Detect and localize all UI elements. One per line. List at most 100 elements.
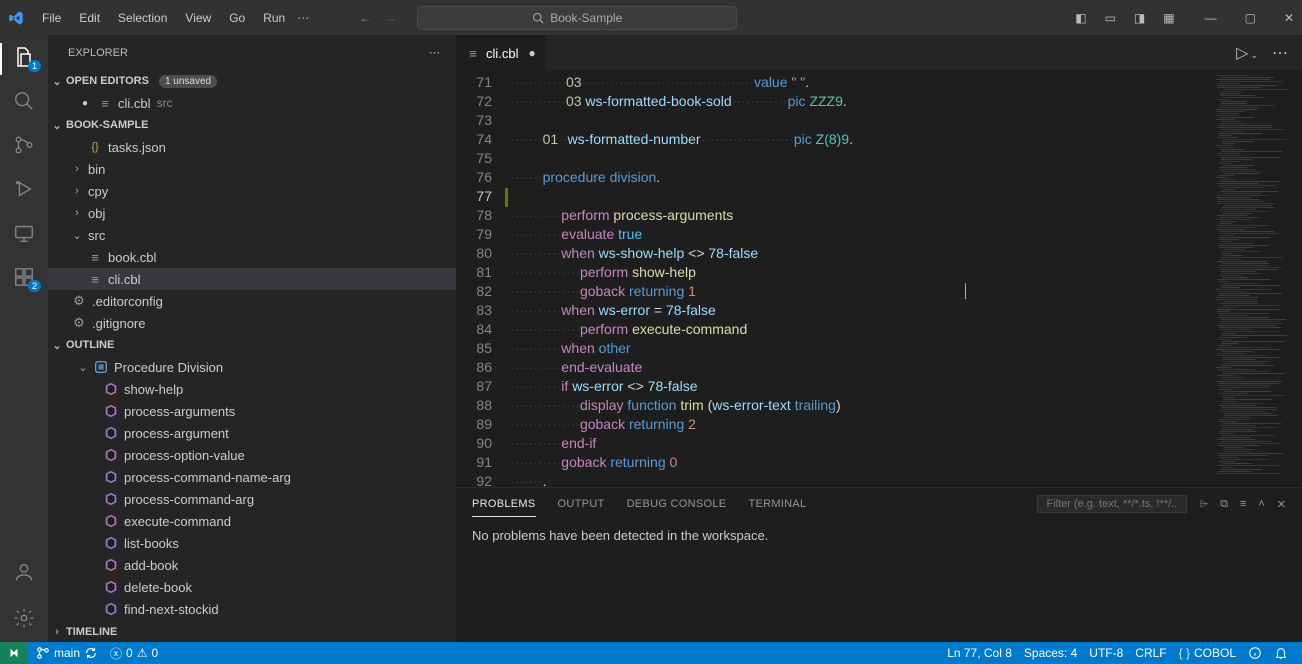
method-icon bbox=[104, 382, 118, 396]
accounts-icon[interactable] bbox=[12, 560, 36, 584]
eol[interactable]: CRLF bbox=[1129, 646, 1172, 660]
bottom-panel: PROBLEMSOUTPUTDEBUG CONSOLETERMINAL ⌲ ⧉ … bbox=[456, 487, 1302, 642]
command-center[interactable]: Book-Sample bbox=[417, 6, 737, 30]
outline-item[interactable]: delete-book bbox=[48, 576, 456, 598]
nav-back-icon[interactable]: ← bbox=[359, 11, 371, 25]
outline-item[interactable]: process-arguments bbox=[48, 400, 456, 422]
window-minimize-icon[interactable]: — bbox=[1205, 11, 1217, 25]
vscode-logo bbox=[8, 10, 24, 26]
chevron-icon: › bbox=[72, 185, 82, 197]
open-editor-item[interactable]: ≡ cli.cbl src bbox=[48, 92, 456, 114]
file-.editorconfig[interactable]: ⚙.editorconfig bbox=[48, 290, 456, 312]
feedback-icon[interactable] bbox=[1242, 646, 1268, 660]
file-book.cbl[interactable]: ≡book.cbl bbox=[48, 246, 456, 268]
file-tasks.json[interactable]: {}tasks.json bbox=[48, 136, 456, 158]
outline-item[interactable]: process-command-arg bbox=[48, 488, 456, 510]
remote-indicator[interactable] bbox=[0, 642, 28, 664]
layout-sidebar-left-icon[interactable]: ◧ bbox=[1075, 11, 1086, 25]
method-icon bbox=[104, 470, 118, 484]
folder-cpy[interactable]: › cpy bbox=[48, 180, 456, 202]
debug-icon[interactable] bbox=[12, 177, 36, 201]
tree-item-label: cpy bbox=[88, 184, 108, 199]
file-.gitignore[interactable]: ⚙.gitignore bbox=[48, 312, 456, 334]
layout-panel-icon[interactable]: ▭ bbox=[1105, 11, 1116, 25]
tree-item-label: src bbox=[88, 228, 105, 243]
layout-customize-icon[interactable]: ▦ bbox=[1163, 11, 1174, 25]
outline-item[interactable]: add-book bbox=[48, 554, 456, 576]
branch-indicator[interactable]: main bbox=[30, 646, 104, 660]
panel-tab-output[interactable]: OUTPUT bbox=[558, 492, 605, 516]
sidebar: EXPLORER ⋯ ⌄ OPEN EDITORS 1 unsaved ≡ cl… bbox=[48, 35, 456, 642]
file-icon: ≡ bbox=[88, 272, 102, 286]
search-activity-icon[interactable] bbox=[12, 89, 36, 113]
tree-item-label: bin bbox=[88, 162, 105, 177]
panel-tab-debug-console[interactable]: DEBUG CONSOLE bbox=[627, 492, 727, 516]
outline-item[interactable]: process-command-name-arg bbox=[48, 466, 456, 488]
outline-root[interactable]: ⌄ Procedure Division bbox=[48, 356, 456, 378]
problems-filter-input[interactable] bbox=[1037, 495, 1187, 513]
maximize-panel-icon[interactable]: ˄ bbox=[1258, 498, 1264, 510]
problems-indicator[interactable]: ⓧ0 ⚠0 bbox=[104, 645, 164, 662]
unsaved-badge: 1 unsaved bbox=[159, 75, 217, 88]
chevron-right-icon: › bbox=[52, 626, 62, 638]
outline-item[interactable]: process-argument bbox=[48, 422, 456, 444]
outline-item[interactable]: execute-command bbox=[48, 510, 456, 532]
scm-icon[interactable] bbox=[12, 133, 36, 157]
menu-bar: FileEditSelectionViewGoRun bbox=[34, 7, 293, 29]
panel-tab-problems[interactable]: PROBLEMS bbox=[472, 492, 536, 517]
file-cli.cbl[interactable]: ≡cli.cbl bbox=[48, 268, 456, 290]
menu-go[interactable]: Go bbox=[221, 7, 253, 29]
encoding[interactable]: UTF-8 bbox=[1083, 646, 1129, 660]
menu-view[interactable]: View bbox=[177, 7, 219, 29]
panel-tab-terminal[interactable]: TERMINAL bbox=[748, 492, 806, 516]
cursor-position[interactable]: Ln 77, Col 8 bbox=[941, 646, 1018, 660]
tree-item-label: obj bbox=[88, 206, 105, 221]
editor-tab[interactable]: ≡ cli.cbl ● bbox=[456, 35, 547, 71]
outline-header[interactable]: ⌄ OUTLINE bbox=[48, 334, 456, 356]
run-dropdown-icon[interactable]: ▷⌄ bbox=[1236, 43, 1258, 63]
timeline-label: TIMELINE bbox=[66, 626, 117, 638]
outline-item[interactable]: show-help bbox=[48, 378, 456, 400]
text-cursor bbox=[965, 283, 966, 299]
open-editors-label: OPEN EDITORS bbox=[66, 75, 149, 87]
folder-header[interactable]: ⌄ BOOK-SAMPLE bbox=[48, 114, 456, 136]
window-close-icon[interactable]: ✕ bbox=[1284, 11, 1294, 25]
menu-run[interactable]: Run bbox=[255, 7, 293, 29]
remote-explorer-icon[interactable] bbox=[12, 221, 36, 245]
folder-obj[interactable]: ›obj bbox=[48, 202, 456, 224]
folder-bin[interactable]: ›bin bbox=[48, 158, 456, 180]
extensions-icon[interactable]: 2 bbox=[12, 265, 36, 289]
nav-forward-icon[interactable]: → bbox=[385, 11, 397, 25]
menu-overflow[interactable]: ⋯ bbox=[297, 11, 309, 25]
menu-file[interactable]: File bbox=[34, 7, 69, 29]
menu-edit[interactable]: Edit bbox=[71, 7, 108, 29]
outline-item[interactable]: process-option-value bbox=[48, 444, 456, 466]
file-icon: ≡ bbox=[466, 46, 480, 60]
folder-src[interactable]: ⌄src bbox=[48, 224, 456, 246]
indentation[interactable]: Spaces: 4 bbox=[1018, 646, 1083, 660]
window-maximize-icon[interactable]: ▢ bbox=[1245, 11, 1256, 25]
close-panel-icon[interactable]: ✕ bbox=[1277, 498, 1286, 511]
menu-selection[interactable]: Selection bbox=[110, 7, 175, 29]
outline-item[interactable]: find-next-stockid bbox=[48, 598, 456, 620]
outline-item-label: process-command-name-arg bbox=[124, 470, 291, 485]
file-icon: ⚙ bbox=[72, 316, 86, 330]
view-as-icon[interactable]: ≡ bbox=[1240, 498, 1246, 510]
outline-item[interactable]: list-books bbox=[48, 532, 456, 554]
minimap[interactable] bbox=[1212, 71, 1302, 487]
open-editors-header[interactable]: ⌄ OPEN EDITORS 1 unsaved bbox=[48, 70, 456, 92]
modified-dot-icon: ● bbox=[529, 46, 536, 60]
sidebar-more-icon[interactable]: ⋯ bbox=[429, 46, 440, 59]
language-mode[interactable]: { } COBOL bbox=[1173, 646, 1242, 660]
editor-more-icon[interactable]: ⋯ bbox=[1272, 43, 1288, 63]
timeline-header[interactable]: › TIMELINE bbox=[48, 620, 456, 642]
collapse-icon[interactable]: ⧉ bbox=[1220, 498, 1228, 511]
code-editor[interactable]: 7172737475767778798081828384858687888990… bbox=[456, 71, 1302, 487]
editor-tabs: ≡ cli.cbl ● ▷⌄ ⋯ bbox=[456, 35, 1302, 71]
outline-item-label: process-argument bbox=[124, 426, 229, 441]
layout-sidebar-right-icon[interactable]: ◨ bbox=[1134, 11, 1145, 25]
notifications-icon[interactable] bbox=[1268, 646, 1294, 660]
settings-gear-icon[interactable] bbox=[12, 606, 36, 630]
filter-icon[interactable]: ⌲ bbox=[1199, 498, 1208, 511]
explorer-icon[interactable]: 1 bbox=[12, 45, 36, 69]
